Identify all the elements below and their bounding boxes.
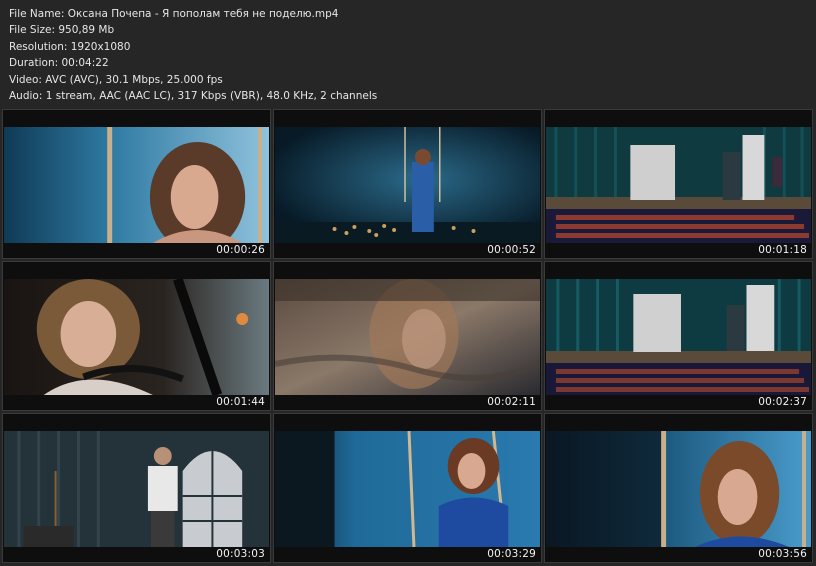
thumbnail-grid: 00:00:26 00:00:52 00:01:18 00:01:44 00:0… [2, 109, 813, 563]
video-frame [546, 127, 811, 243]
video-frame [4, 127, 269, 243]
file-size-line: File Size: 950,89 Mb [9, 24, 115, 37]
thumbnail[interactable]: 00:01:44 [2, 261, 271, 411]
timestamp: 00:02:37 [758, 396, 807, 408]
video-frame [275, 279, 540, 395]
video-frame [4, 279, 269, 395]
video-frame [4, 431, 269, 547]
timestamp: 00:03:56 [758, 548, 807, 560]
thumbnail[interactable]: 00:00:52 [273, 109, 542, 259]
timestamp: 00:02:11 [487, 396, 536, 408]
resolution-line: Resolution: 1920x1080 [9, 40, 131, 53]
timestamp: 00:03:03 [216, 548, 265, 560]
video-frame [275, 431, 540, 547]
audio-line: Audio: 1 stream, AAC (AAC LC), 317 Kbps … [9, 90, 378, 103]
thumbnail[interactable]: 00:03:29 [273, 413, 542, 563]
timestamp: 00:01:18 [758, 244, 807, 256]
duration-line: Duration: 00:04:22 [9, 57, 109, 70]
video-line: Video: AVC (AVC), 30.1 Mbps, 25.000 fps [9, 73, 223, 86]
thumbnail[interactable]: 00:00:26 [2, 109, 271, 259]
timestamp: 00:00:26 [216, 244, 265, 256]
thumbnail[interactable]: 00:03:56 [544, 413, 813, 563]
video-frame [275, 127, 540, 243]
timestamp: 00:01:44 [216, 396, 265, 408]
timestamp: 00:00:52 [487, 244, 536, 256]
thumbnail[interactable]: 00:03:03 [2, 413, 271, 563]
video-frame [546, 431, 811, 547]
file-info-panel: File Name: Оксана Почепа - Я пополам теб… [9, 6, 377, 104]
video-frame [546, 279, 811, 395]
file-name-line: File Name: Оксана Почепа - Я пополам теб… [9, 8, 339, 20]
thumbnail[interactable]: 00:02:37 [544, 261, 813, 411]
thumbnail[interactable]: 00:02:11 [273, 261, 542, 411]
thumbnail[interactable]: 00:01:18 [544, 109, 813, 259]
timestamp: 00:03:29 [487, 548, 536, 560]
